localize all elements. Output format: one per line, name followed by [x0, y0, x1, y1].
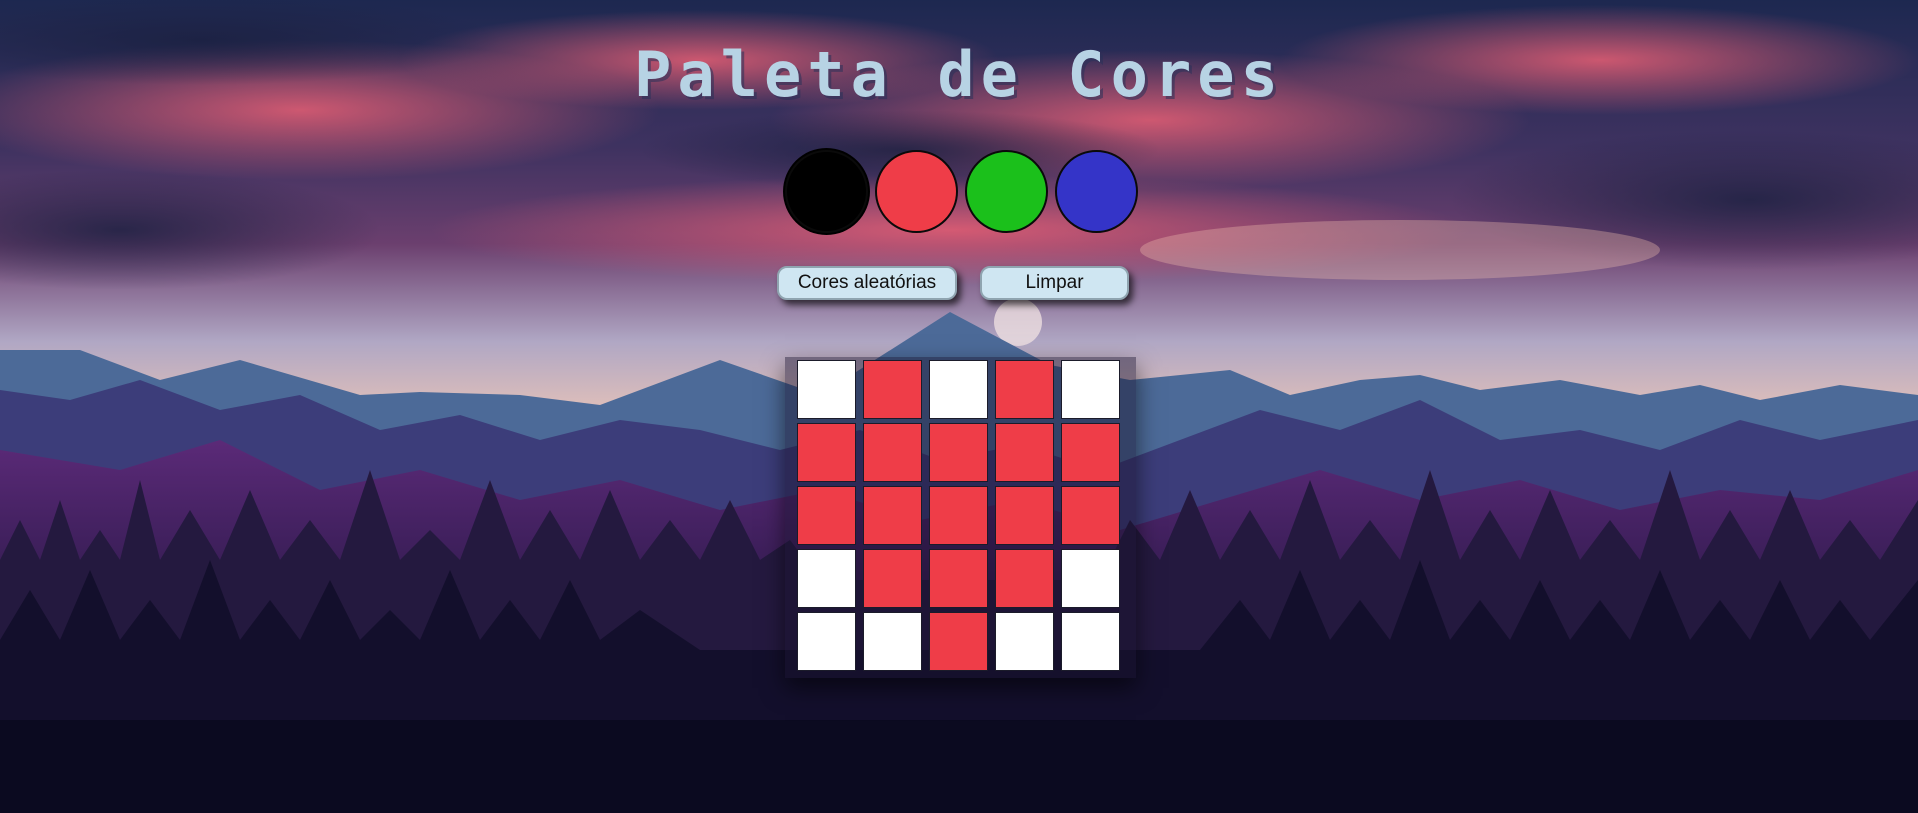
pixel[interactable] [995, 549, 1054, 608]
pixel[interactable] [1061, 360, 1120, 419]
pixel[interactable] [995, 360, 1054, 419]
color-swatch-red[interactable] [875, 150, 958, 233]
pixel[interactable] [797, 486, 856, 545]
pixel[interactable] [995, 486, 1054, 545]
pixel[interactable] [863, 549, 922, 608]
pixel[interactable] [929, 612, 988, 671]
pixel[interactable] [863, 612, 922, 671]
color-swatch-blue[interactable] [1055, 150, 1138, 233]
pixel[interactable] [929, 360, 988, 419]
pixel[interactable] [797, 360, 856, 419]
color-swatch-black[interactable] [785, 150, 868, 233]
pixel[interactable] [1061, 423, 1120, 482]
pixel[interactable] [1061, 612, 1120, 671]
clear-board-button[interactable]: Limpar [980, 266, 1129, 300]
pixel[interactable] [797, 423, 856, 482]
pixel[interactable] [929, 486, 988, 545]
pixel[interactable] [1061, 549, 1120, 608]
random-colors-button[interactable]: Cores aleatórias [777, 266, 957, 300]
button-row: Cores aleatórias Limpar [0, 266, 1918, 300]
color-swatch-green[interactable] [965, 150, 1048, 233]
pixel[interactable] [797, 612, 856, 671]
color-palette [785, 150, 1138, 233]
pixel[interactable] [929, 423, 988, 482]
pixel[interactable] [863, 423, 922, 482]
pixel[interactable] [1061, 486, 1120, 545]
pixel[interactable] [995, 423, 1054, 482]
pixel-board [785, 357, 1136, 678]
pixel[interactable] [797, 549, 856, 608]
pixel[interactable] [929, 549, 988, 608]
pixel[interactable] [863, 360, 922, 419]
page-title: Paleta de Cores [634, 38, 1284, 111]
pixel[interactable] [995, 612, 1054, 671]
pixel[interactable] [863, 486, 922, 545]
